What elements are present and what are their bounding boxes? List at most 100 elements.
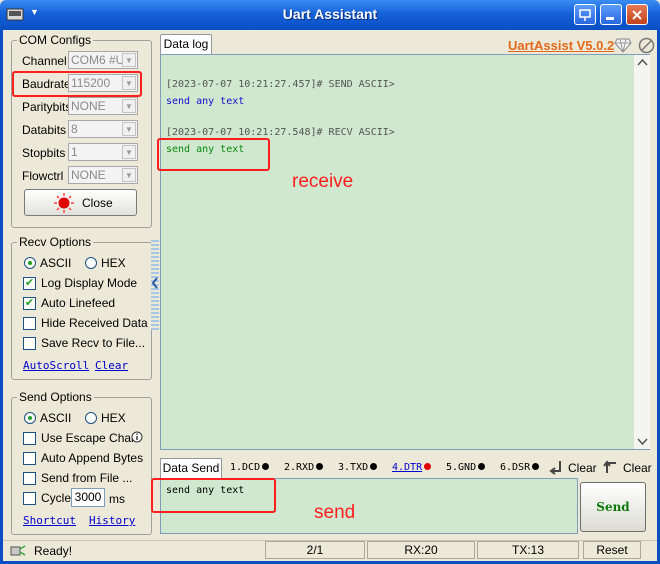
scroll-down-icon[interactable] [635,434,650,448]
page-indicator: 2/1 [265,541,365,559]
pin-window-button[interactable] [574,4,596,25]
clear-send-button[interactable]: Clear [623,461,652,475]
cycle-unit-label: ms [109,492,125,506]
log-line: send any text [166,96,245,107]
send-from-file-label: Send from File ... [41,471,133,485]
annotation-receive-label: receive [292,171,354,192]
data-log-scrollbar[interactable] [633,55,650,449]
com-configs-title: COM Configs [17,33,94,47]
brand-link[interactable]: UartAssist V5.0.2 [508,38,614,53]
close-port-button[interactable]: Close [24,189,137,216]
clear-send-icon[interactable] [603,459,619,475]
red-status-icon [54,193,74,213]
tx-counter: TX:13 [477,541,579,559]
data-log-pane[interactable] [160,54,650,450]
cycle-interval-input[interactable]: 3000 [71,488,105,507]
collapse-left-icon[interactable] [151,277,159,289]
escape-chars-label: Use Escape Chars [41,431,142,445]
pin-dtr[interactable]: 4.DTR [392,462,432,473]
paritybits-value: NONE [71,99,106,113]
recv-hex-label: HEX [101,256,126,270]
clear-log-icon[interactable] [548,459,564,475]
pin-gnd: 5.GND [446,462,486,473]
pin-rxd: 2.RXD [284,462,324,473]
save-recv-checkbox[interactable] [23,337,36,350]
pin-dsr-label: 6.DSR [500,462,531,473]
auto-append-label: Auto Append Bytes [41,451,144,465]
annotation-send-label: send [314,502,356,523]
chevron-down-icon: ▼ [122,53,136,67]
send-hex-label: HEX [101,411,126,425]
pin-dtr-led-icon [424,463,432,470]
send-ascii-radio[interactable] [24,412,36,424]
pin-dcd: 1.DCD [230,462,270,473]
diamond-icon[interactable] [614,37,632,53]
log-line: [2023-07-07 10:21:27.457]# SEND ASCII> [166,79,395,90]
pin-icon [579,9,591,21]
log-line: [2023-07-07 10:21:27.548]# RECV ASCII> [166,127,395,138]
chevron-down-icon: ▼ [122,145,136,159]
flowctrl-value: NONE [71,168,106,182]
chevron-down-icon: ▼ [122,168,136,182]
close-port-label: Close [82,196,113,210]
stopbits-value: 1 [71,145,78,159]
autoscroll-link[interactable]: AutoScroll [23,359,89,372]
paritybits-select[interactable]: NONE ▼ [68,97,138,115]
info-icon[interactable] [131,431,143,443]
pin-rxd-label: 2.RXD [284,462,315,473]
send-from-file-checkbox[interactable] [23,472,36,485]
cancel-icon[interactable] [638,37,655,54]
pin-dsr-led-icon [532,463,540,470]
save-recv-label: Save Recv to File... [41,336,146,350]
pin-gnd-led-icon [478,463,486,470]
stopbits-label: Stopbits [22,146,66,160]
log-display-mode-label: Log Display Mode [41,276,138,290]
pin-txd-label: 3.TXD [338,462,369,473]
stopbits-select[interactable]: 1 ▼ [68,143,138,161]
connection-status-icon [10,545,26,556]
send-button[interactable]: Send [580,482,646,532]
shortcut-link[interactable]: Shortcut [23,514,76,527]
hide-received-label: Hide Received Data [41,316,148,330]
databits-value: 8 [71,122,78,136]
annotation-send-box [151,478,276,513]
hide-received-checkbox[interactable] [23,317,36,330]
pin-txd: 3.TXD [338,462,378,473]
tab-data-send[interactable]: Data Send [160,458,222,478]
minimize-button[interactable] [600,4,622,25]
send-hex-radio[interactable] [85,412,97,424]
pin-txd-led-icon [370,463,378,470]
chevron-down-icon: ▼ [122,122,136,136]
recv-clear-link[interactable]: Clear [95,359,128,372]
pin-dtr-label: 4.DTR [392,462,423,473]
close-icon [632,10,642,20]
auto-linefeed-label: Auto Linefeed [41,296,116,310]
channel-label: Channel [22,54,67,68]
close-window-button[interactable] [626,4,648,25]
pin-dcd-led-icon [262,463,270,470]
databits-select[interactable]: 8 ▼ [68,120,138,138]
tab-data-log[interactable]: Data log [160,34,212,54]
reset-counters-button[interactable]: Reset [583,541,641,559]
auto-append-checkbox[interactable] [23,452,36,465]
auto-linefeed-checkbox[interactable]: ✔ [23,297,36,310]
databits-label: Databits [22,123,67,137]
scroll-up-icon[interactable] [635,56,650,70]
send-options-title: Send Options [17,390,94,404]
annotation-receive-box [157,138,270,171]
log-display-mode-checkbox[interactable]: ✔ [23,277,36,290]
annotation-baudrate-box [12,71,142,97]
recv-options-title: Recv Options [17,235,94,249]
clear-log-button[interactable]: Clear [568,461,597,475]
flowctrl-select[interactable]: NONE ▼ [68,166,138,184]
minimize-icon [606,17,614,20]
recv-hex-radio[interactable] [85,257,97,269]
channel-select[interactable]: COM6 #US ▼ [68,51,138,69]
cycle-checkbox[interactable] [23,492,36,505]
send-ascii-label: ASCII [40,411,72,425]
recv-ascii-radio[interactable] [24,257,36,269]
escape-chars-checkbox[interactable] [23,432,36,445]
window-title: Uart Assistant [282,6,378,22]
cycle-label: Cycle [41,491,72,505]
history-link[interactable]: History [89,514,135,527]
